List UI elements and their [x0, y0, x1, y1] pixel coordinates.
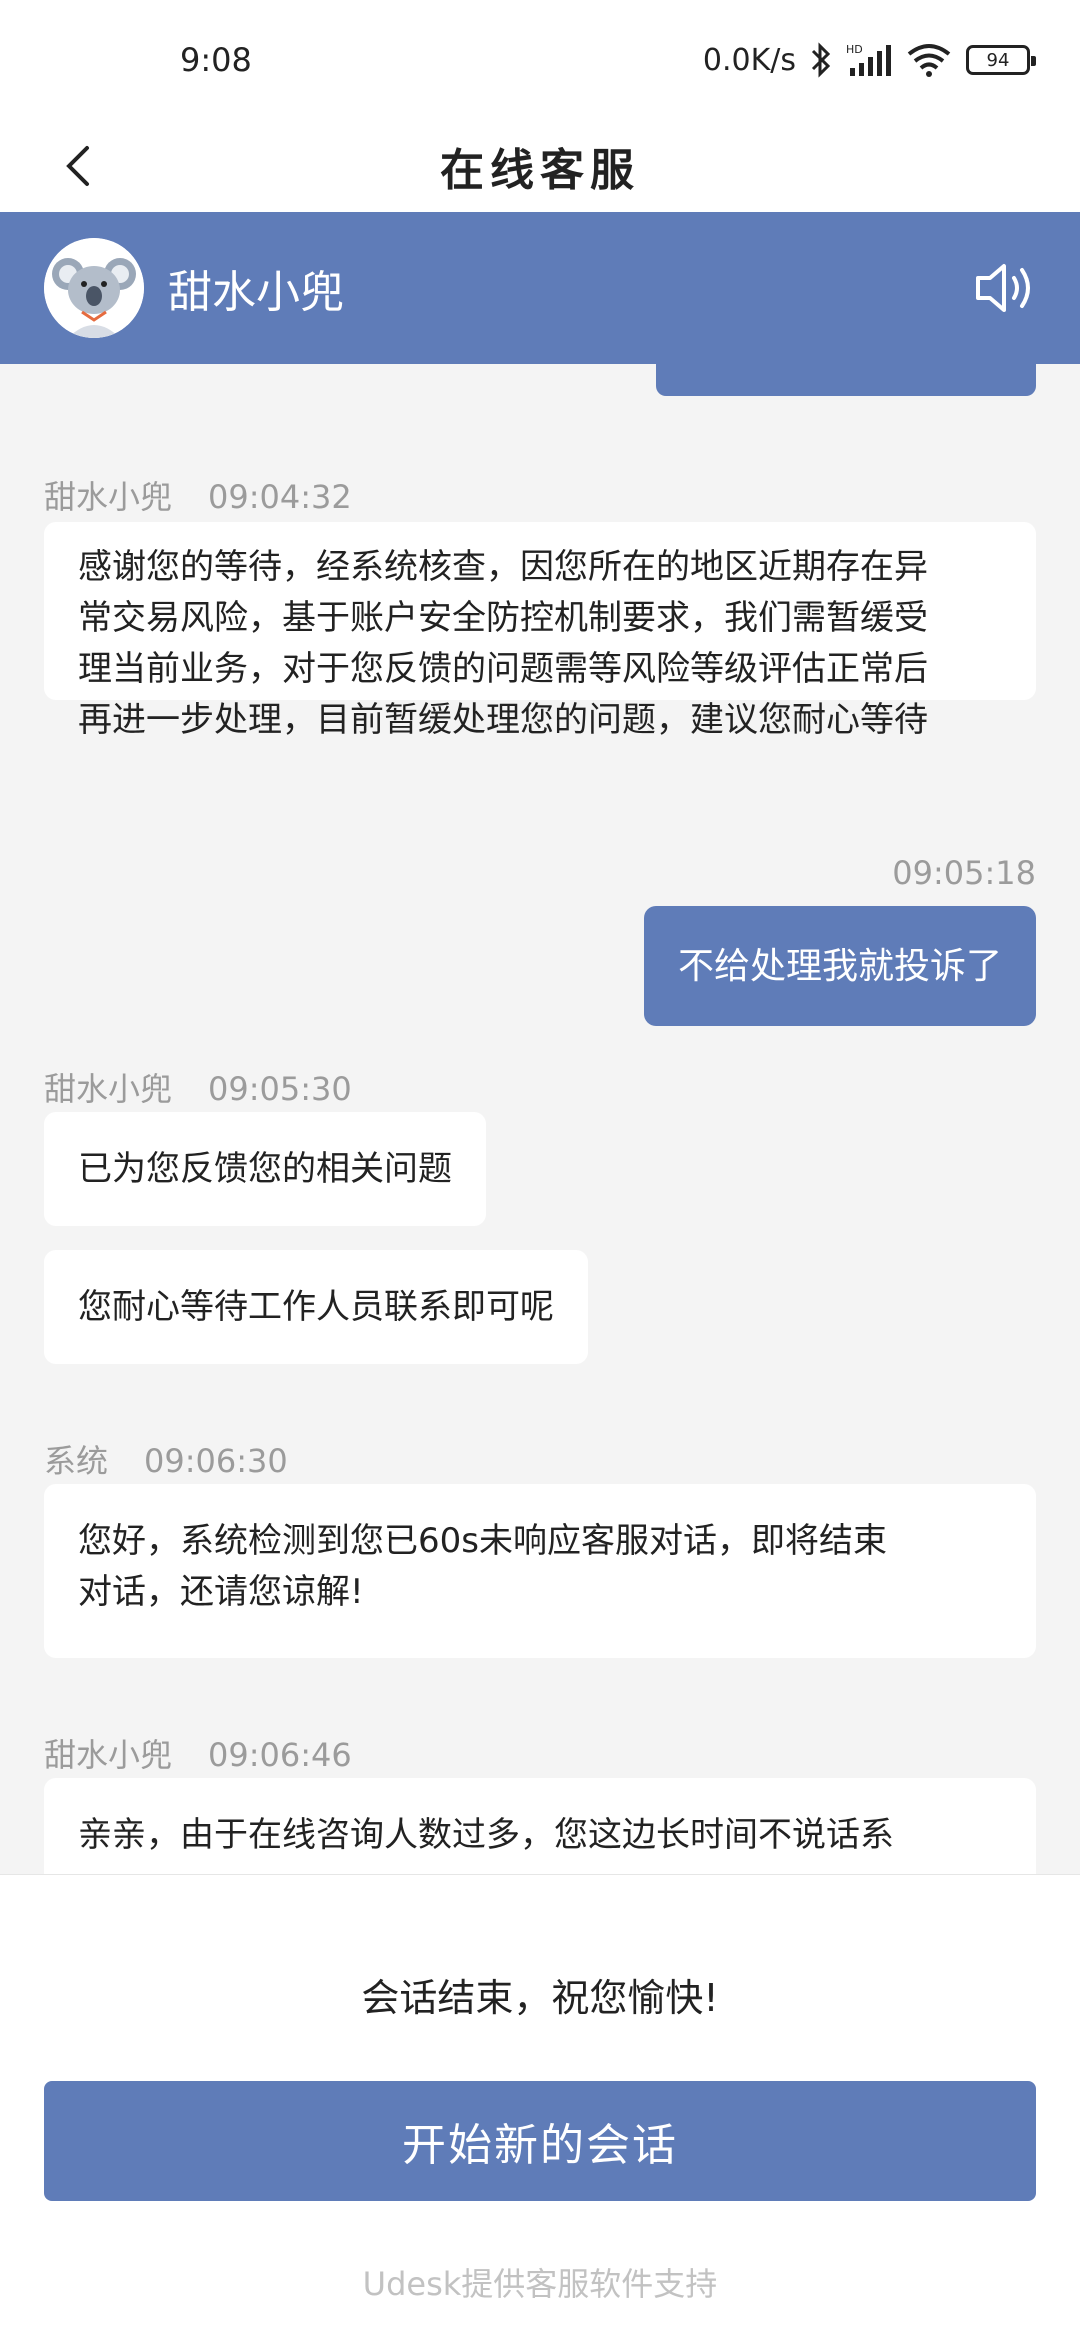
message-line: 感谢您的等待，经系统核查，因您所在的地区近期存在异 [78, 547, 928, 587]
message-time: 09:05:18 [892, 854, 1036, 892]
new-session-button[interactable]: 开始新的会话 [44, 2081, 1036, 2201]
message-text: 已为您反馈您的相关问题 [78, 1148, 452, 1189]
session-footer: 会话结束，祝您愉快! 开始新的会话 Udesk提供客服软件支持 [0, 1874, 1080, 2340]
message-time: 09:06:30 [144, 1442, 288, 1480]
agent-message-bubble: 感谢您的等待，经系统核查，因您所在的地区近期存在异 常交易风险，基于账户安全防控… [44, 522, 1036, 740]
message-time: 09:04:32 [208, 478, 352, 516]
agent-message-bubble: 已为您反馈您的相关问题 [44, 1112, 486, 1226]
status-bar: 9:08 0.0K/s HD 94 [0, 0, 1080, 120]
network-speed: 0.0K/s [702, 42, 796, 78]
agent-message-bubble: 亲亲，由于在线咨询人数过多，您这边长时间不说话系 [44, 1778, 1036, 1874]
agent-name: 甜水小兜 [168, 267, 344, 318]
message-text: 不给处理我就投诉了 [677, 945, 1002, 987]
svg-text:HD: HD [846, 43, 863, 56]
user-message-bubble: 不给处理我就投诉了 [643, 906, 1036, 1026]
session-end-text: 会话结束，祝您愉快! [361, 1976, 719, 2020]
koala-avatar-icon [44, 238, 144, 338]
agent-header: 甜水小兜 [0, 212, 1080, 364]
previous-user-bubble [656, 364, 1036, 396]
message-meta: 系统 09:06:30 [44, 1436, 288, 1482]
message-meta: 甜水小兜 09:06:46 [44, 1730, 352, 1776]
message-meta: 甜水小兜 09:04:32 [44, 472, 352, 518]
hd-signal-icon: HD [846, 42, 892, 78]
message-line: 对话，还请您谅解! [78, 1572, 364, 1612]
bluetooth-icon [810, 42, 832, 78]
page-title: 在线客服 [440, 145, 640, 196]
message-line: 常交易风险，基于账户安全防控机制要求，我们需暂缓受 [78, 598, 928, 638]
message-meta: 甜水小兜 09:05:30 [44, 1064, 352, 1110]
back-button[interactable] [50, 138, 106, 194]
wifi-icon [906, 42, 952, 78]
battery-level: 94 [986, 49, 1010, 71]
message-line: 亲亲，由于在线咨询人数过多，您这边长时间不说话系 [78, 1815, 894, 1855]
agent-message-bubble: 您耐心等待工作人员联系即可呢 [44, 1250, 588, 1364]
message-line: 您好，系统检测到您已60s未响应客服对话，即将结束 [78, 1521, 887, 1561]
status-time: 9:08 [180, 41, 252, 79]
powered-by-text: Udesk提供客服软件支持 [362, 2265, 718, 2303]
message-sender: 甜水小兜 [44, 1736, 173, 1774]
chat-area[interactable]: 甜水小兜 09:04:32 感谢您的等待，经系统核查，因您所在的地区近期存在异 常… [0, 364, 1080, 1874]
speaker-icon[interactable] [974, 258, 1036, 322]
message-line: 理当前业务，对于您反馈的问题需等风险等级评估正常后 [78, 649, 928, 689]
battery-icon: 94 [966, 45, 1036, 75]
message-time: 09:06:46 [208, 1736, 352, 1774]
nav-bar: 在线客服 [0, 120, 1080, 212]
system-message-bubble: 您好，系统检测到您已60s未响应客服对话，即将结束 对话，还请您谅解! [44, 1484, 1036, 1658]
message-sender: 甜水小兜 [44, 1070, 173, 1108]
message-sender: 系统 [44, 1442, 109, 1480]
message-line: 再进一步处理，目前暂缓处理您的问题，建议您耐心等待 [78, 700, 928, 740]
message-sender: 甜水小兜 [44, 478, 173, 516]
status-icons: 0.0K/s HD 94 [702, 42, 1036, 78]
chevron-left-icon [66, 146, 89, 186]
message-meta: 09:05:18 [892, 854, 1036, 892]
message-text: 您耐心等待工作人员联系即可呢 [78, 1286, 554, 1327]
message-time: 09:05:30 [208, 1070, 352, 1108]
